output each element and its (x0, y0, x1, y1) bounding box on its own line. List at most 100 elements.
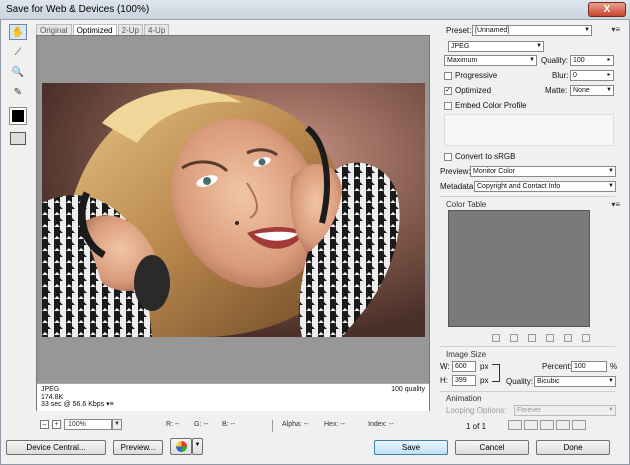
animation-title: Animation (446, 394, 482, 403)
settings-blank-area (444, 114, 614, 146)
metadata-select[interactable]: Copyright and Contact Info ▼ (474, 181, 616, 192)
zoom-level-field[interactable]: 100% (64, 419, 112, 430)
embed-color-profile-checkbox[interactable] (444, 102, 452, 110)
next-frame-icon[interactable] (556, 420, 570, 430)
progressive-checkbox[interactable] (444, 72, 452, 80)
convert-srgb-label: Convert to sRGB (455, 152, 516, 161)
add-color-icon[interactable] (546, 334, 554, 342)
last-frame-icon[interactable] (572, 420, 586, 430)
chevron-right-icon: ▸ (607, 57, 611, 63)
play-icon[interactable] (540, 420, 554, 430)
chevron-down-icon: ▼ (608, 407, 614, 413)
preview-canvas[interactable]: JPEG 174.8K 33 sec @ 56.6 Kbps ▾≡ 100 qu… (36, 35, 430, 411)
progressive-label: Progressive (455, 71, 498, 80)
width-unit: px (480, 362, 489, 371)
browser-icon (175, 441, 187, 452)
zoom-out-button[interactable]: – (40, 420, 49, 429)
compression-quality-select[interactable]: Maximum ▼ (444, 55, 537, 66)
toggle-slices-visibility-icon[interactable] (10, 132, 26, 145)
chevron-down-icon: ▼ (608, 378, 614, 384)
first-frame-icon[interactable] (508, 420, 522, 430)
percent-field[interactable]: 100 (571, 361, 607, 372)
tab-4-up[interactable]: 4-Up (143, 24, 170, 35)
eyedropper-color-swatch[interactable] (9, 107, 27, 125)
hand-tool-icon[interactable]: ✋ (9, 24, 27, 40)
frame-counter: 1 of 1 (466, 422, 487, 431)
web-shift-icon[interactable] (510, 334, 518, 342)
output-format-label: JPEG (41, 386, 60, 393)
constrain-proportions-link-icon[interactable] (492, 364, 500, 382)
looping-options-label: Looping Options: (446, 406, 507, 415)
blur-field[interactable]: 0 ▸ (570, 70, 614, 81)
preset-select[interactable]: [Unnamed] ▼ (472, 25, 592, 36)
color-table-area[interactable] (448, 210, 590, 327)
alpha-readout: Alpha: -- (282, 421, 309, 428)
tab-optimized[interactable]: Optimized (72, 24, 117, 35)
quality-field[interactable]: 100 ▸ (570, 55, 614, 66)
height-unit: px (480, 376, 489, 385)
previous-frame-icon[interactable] (524, 420, 538, 430)
lock-color-icon[interactable] (528, 334, 536, 342)
optimize-menu-icon[interactable]: ▾≡ (611, 25, 620, 34)
tool-palette: ✋ ⟋ 🔍 ✎ (9, 24, 28, 145)
woman-with-headphones-photo (42, 83, 425, 337)
resample-quality-select[interactable]: Bicubic ▼ (534, 376, 616, 387)
cancel-button[interactable]: Cancel (455, 440, 529, 455)
close-button[interactable]: X (588, 2, 626, 17)
file-format-select[interactable]: JPEG ▼ (448, 41, 544, 52)
quality-label: Quality: (541, 56, 569, 65)
status-bar: – + 100% ▼ R: -- G: -- B: -- Alpha: -- H… (36, 418, 436, 432)
tab-original[interactable]: Original (36, 24, 72, 35)
hex-readout: Hex: -- (324, 421, 345, 428)
looping-options-select[interactable]: Forever ▼ (514, 405, 616, 416)
chevron-down-icon: ▼ (606, 87, 612, 93)
chevron-down-icon: ▼ (584, 27, 590, 33)
browser-dropdown-icon[interactable]: ▼ (192, 438, 203, 455)
eyedropper-tool-icon[interactable]: ✎ (9, 84, 27, 100)
matte-select[interactable]: None ▼ (570, 85, 614, 96)
speed-menu-icon[interactable]: ▾≡ (106, 401, 114, 408)
width-field[interactable]: 600 (452, 361, 476, 372)
chevron-down-icon: ▼ (608, 183, 614, 189)
index-readout: Index: -- (368, 421, 394, 428)
preview-button[interactable]: Preview... (113, 440, 163, 455)
trash-icon[interactable] (582, 334, 590, 342)
red-readout: R: -- (166, 421, 180, 428)
new-color-icon[interactable] (564, 334, 572, 342)
height-field[interactable]: 399 (452, 375, 476, 386)
percent-unit: % (610, 362, 618, 371)
done-button[interactable]: Done (536, 440, 610, 455)
metadata-label: Metadata: (440, 182, 476, 191)
color-table-title: Color Table (446, 200, 487, 209)
tab-2-up[interactable]: 2-Up (117, 24, 143, 35)
divider (440, 346, 615, 347)
divider (440, 391, 615, 392)
title-bar: Save for Web & Devices (100%) X (0, 0, 630, 20)
optimization-info-panel: JPEG 174.8K 33 sec @ 56.6 Kbps ▾≡ 100 qu… (37, 383, 429, 411)
zoom-dropdown-icon[interactable]: ▼ (112, 419, 122, 430)
map-to-transparent-icon[interactable] (492, 334, 500, 342)
preview-mode-select[interactable]: Monitor Color ▼ (470, 166, 616, 177)
height-label: H: (440, 376, 448, 385)
embed-color-profile-label: Embed Color Profile (455, 101, 527, 110)
optimized-checkbox[interactable]: ✓ (444, 87, 452, 95)
view-tabs: Original Optimized 2-Up 4-Up (36, 24, 170, 35)
save-button[interactable]: Save (374, 440, 448, 455)
zoom-tool-icon[interactable]: 🔍 (9, 64, 27, 80)
percent-label: Percent: (542, 362, 572, 371)
preview-image[interactable] (42, 83, 425, 337)
convert-srgb-checkbox[interactable] (444, 153, 452, 161)
slice-select-tool-icon[interactable]: ⟋ (9, 44, 27, 60)
chevron-down-icon: ▼ (529, 57, 535, 63)
chevron-right-icon: ▸ (607, 72, 611, 78)
file-size-label: 174.8K (41, 393, 64, 401)
quality-info-label: 100 quality (391, 386, 425, 393)
zoom-in-button[interactable]: + (52, 420, 61, 429)
color-table-menu-icon[interactable]: ▾≡ (611, 200, 620, 209)
device-central-button[interactable]: Device Central... (6, 440, 106, 455)
resample-quality-label: Quality: (506, 377, 534, 386)
browser-preview-button[interactable] (170, 438, 192, 455)
optimize-settings-panel: Preset: [Unnamed] ▼ ▾≡ JPEG ▼ Maximum ▼ Qua… (440, 24, 620, 437)
blue-readout: B: -- (222, 421, 236, 428)
chevron-down-icon: ▼ (536, 43, 542, 49)
